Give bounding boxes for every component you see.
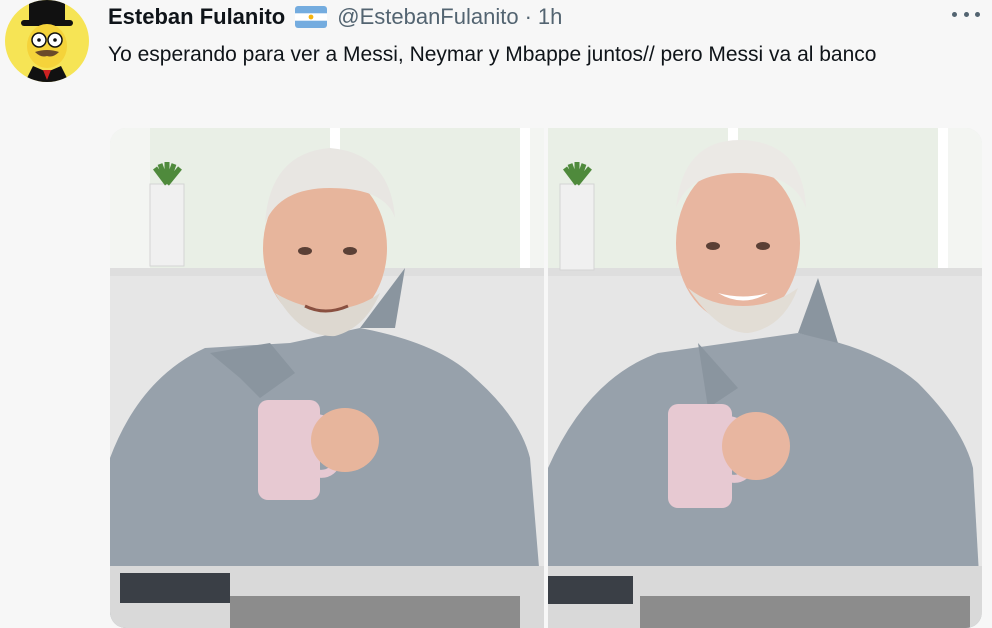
tweet-text: Yo esperando para ver a Messi, Neymar y … bbox=[108, 43, 877, 66]
author-name[interactable]: Esteban Fulanito bbox=[108, 4, 285, 30]
tweet-media[interactable] bbox=[110, 128, 982, 628]
meme-image-right[interactable] bbox=[548, 128, 982, 628]
author-handle[interactable]: @EstebanFulanito bbox=[337, 4, 518, 30]
separator-dot: · bbox=[524, 4, 532, 29]
meme-image-left[interactable] bbox=[110, 128, 544, 628]
argentina-flag-icon bbox=[295, 6, 328, 28]
more-options-icon[interactable] bbox=[952, 6, 980, 22]
timestamp[interactable]: 1h bbox=[538, 4, 562, 30]
tweet-header: Esteban Fulanito @EstebanFulanito · 1h bbox=[108, 4, 562, 30]
avatar[interactable] bbox=[5, 0, 89, 82]
